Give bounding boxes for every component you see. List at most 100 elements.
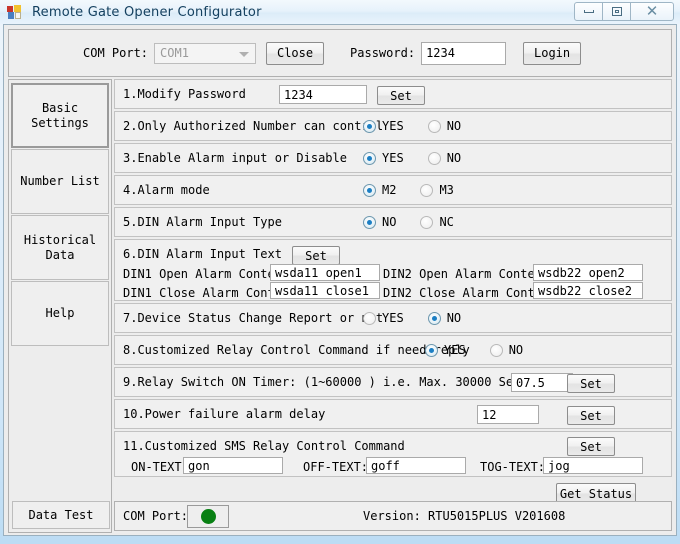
relay-reply-radio-group: YES NO [425, 343, 547, 357]
only-authorized-no-radio[interactable]: NO [428, 119, 461, 133]
row-only-authorized-number: 2.Only Authorized Number can control YES… [114, 111, 672, 141]
status-report-yes-radio[interactable]: YES [363, 311, 404, 325]
app-window: COM Port: COM1 Close Password: 1234 Logi… [3, 24, 677, 536]
row-label: 3.Enable Alarm input or Disable [123, 151, 347, 165]
relay-timer-input[interactable]: 07.5 [511, 373, 573, 392]
alarm-mode-m2-radio[interactable]: M2 [363, 183, 396, 197]
row-label: 11.Customized SMS Relay Control Command [123, 439, 405, 453]
radio-dot-icon [425, 344, 438, 357]
sidebar-item-historical-data[interactable]: Historical Data [11, 215, 109, 280]
row-label: 2.Only Authorized Number can control [123, 119, 383, 133]
close-connection-button[interactable]: Close [266, 42, 324, 65]
radio-dot-icon [428, 312, 441, 325]
row-device-status-change-report: 7.Device Status Change Report or not YES… [114, 303, 672, 333]
on-text-input[interactable]: gon [183, 457, 283, 474]
radio-dot-icon [420, 216, 433, 229]
radio-label: YES [382, 119, 404, 133]
din-alarm-text-set-button[interactable]: Set [292, 246, 340, 265]
sidebar-item-help[interactable]: Help [11, 281, 109, 346]
status-com-port-label: COM Port: [123, 509, 188, 523]
relay-timer-set-button[interactable]: Set [567, 374, 615, 393]
login-button[interactable]: Login [523, 42, 581, 65]
com-port-value: COM1 [155, 46, 189, 60]
din-input-type-nc-radio[interactable]: NC [420, 215, 453, 229]
status-report-radio-group: YES NO [363, 311, 485, 325]
enable-alarm-yes-radio[interactable]: YES [363, 151, 404, 165]
radio-label: NO [447, 311, 461, 325]
alarm-mode-m3-radio[interactable]: M3 [420, 183, 453, 197]
only-authorized-radio-group: YES NO [363, 119, 485, 133]
sidebar-item-label: Number List [20, 174, 99, 189]
din2-open-input[interactable]: wsdb22 open2 [533, 264, 643, 281]
row-label: 7.Device Status Change Report or not [123, 311, 383, 325]
din1-open-input[interactable]: wsda11 open1 [270, 264, 380, 281]
din-input-type-no-radio[interactable]: NO [363, 215, 396, 229]
relay-reply-yes-radio[interactable]: YES [425, 343, 466, 357]
connection-bar: COM Port: COM1 Close Password: 1234 Logi… [8, 29, 672, 77]
row-relay-switch-on-timer: 9.Relay Switch ON Timer: (1~60000 ) i.e.… [114, 367, 672, 397]
row-label: 10.Power failure alarm delay [123, 407, 325, 421]
only-authorized-yes-radio[interactable]: YES [363, 119, 404, 133]
on-text-label: ON-TEXT: [131, 460, 189, 474]
sms-relay-set-button[interactable]: Set [567, 437, 615, 456]
radio-dot-icon [428, 120, 441, 133]
version-text: Version: RTU5015PLUS V201608 [363, 509, 565, 523]
row-din-alarm-input-type: 5.DIN Alarm Input Type NO NC [114, 207, 672, 237]
power-failure-delay-set-button[interactable]: Set [567, 406, 615, 425]
enable-alarm-radio-group: YES NO [363, 151, 485, 165]
radio-dot-icon [363, 120, 376, 133]
connection-status-indicator [187, 505, 229, 528]
row-modify-password: 1.Modify Password 1234 Set [114, 79, 672, 109]
chevron-down-icon [239, 52, 249, 57]
com-port-label: COM Port: [83, 46, 148, 60]
din1-close-input[interactable]: wsda11 close1 [270, 282, 380, 299]
tog-text-input[interactable]: jog [543, 457, 643, 474]
sidebar-item-basic-settings[interactable]: Basic Settings [11, 83, 109, 148]
sidebar-item-data-test[interactable]: Data Test [12, 501, 110, 529]
maximize-button[interactable] [602, 2, 631, 21]
radio-label: NO [447, 119, 461, 133]
row-alarm-mode: 4.Alarm mode M2 M3 [114, 175, 672, 205]
radio-dot-icon [363, 312, 376, 325]
row-label: 1.Modify Password [123, 87, 246, 101]
row-label: 6.DIN Alarm Input Text [123, 247, 282, 261]
password-label: Password: [350, 46, 415, 60]
row-label: 5.DIN Alarm Input Type [123, 215, 282, 229]
tog-text-label: TOG-TEXT: [480, 460, 545, 474]
close-button[interactable]: ✕ [630, 2, 674, 21]
din1-open-label: DIN1 Open Alarm Content [123, 267, 289, 281]
sidebar: Basic Settings Number List Historical Da… [8, 79, 112, 533]
modify-password-set-button[interactable]: Set [377, 86, 425, 105]
sidebar-item-label: Data Test [28, 508, 93, 522]
password-input[interactable]: 1234 [421, 42, 506, 65]
minimize-icon [584, 10, 594, 13]
din2-open-label: DIN2 Open Alarm Content [383, 267, 549, 281]
com-port-select[interactable]: COM1 [154, 43, 256, 64]
enable-alarm-no-radio[interactable]: NO [428, 151, 461, 165]
power-failure-delay-input[interactable]: 12 [477, 405, 539, 424]
sidebar-item-label: Help [46, 306, 75, 321]
radio-label: M2 [382, 183, 396, 197]
row-label: 4.Alarm mode [123, 183, 210, 197]
relay-reply-no-radio[interactable]: NO [490, 343, 523, 357]
modify-password-input[interactable]: 1234 [279, 85, 367, 104]
radio-label: YES [382, 151, 404, 165]
close-icon: ✕ [646, 4, 659, 19]
radio-label: NO [509, 343, 523, 357]
radio-label: YES [444, 343, 466, 357]
off-text-input[interactable]: goff [366, 457, 466, 474]
row-enable-alarm-input: 3.Enable Alarm input or Disable YES NO [114, 143, 672, 173]
status-bar: COM Port: Version: RTU5015PLUS V201608 [114, 501, 672, 531]
sidebar-item-label: Basic Settings [13, 101, 107, 131]
window-title: Remote Gate Opener Configurator [32, 5, 262, 20]
minimize-button[interactable] [574, 2, 603, 21]
sidebar-item-number-list[interactable]: Number List [11, 149, 109, 214]
radio-dot-icon [363, 152, 376, 165]
window-controls: ✕ [575, 2, 674, 21]
alarm-mode-radio-group: M2 M3 [363, 183, 478, 197]
settings-panel: 1.Modify Password 1234 Set 2.Only Author… [114, 79, 672, 533]
row-label: 8.Customized Relay Control Command if ne… [123, 343, 470, 357]
status-report-no-radio[interactable]: NO [428, 311, 461, 325]
din2-close-input[interactable]: wsdb22 close2 [533, 282, 643, 299]
row-power-failure-alarm-delay: 10.Power failure alarm delay 12 Set [114, 399, 672, 429]
